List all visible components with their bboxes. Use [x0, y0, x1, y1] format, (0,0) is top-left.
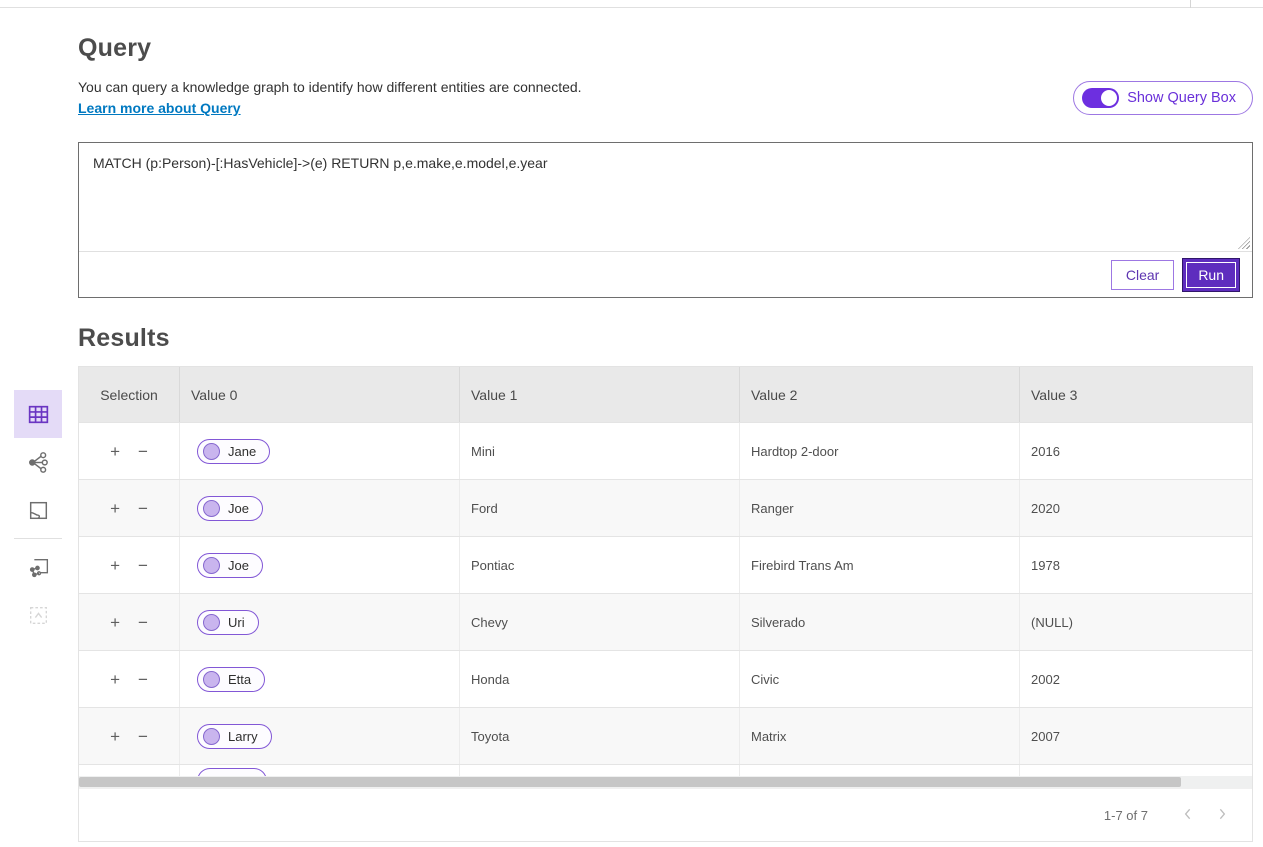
table-body: + − Jane Mini Hardtop 2-door 2016 + − Jo… [79, 422, 1252, 764]
toggle-label: Show Query Box [1127, 90, 1236, 106]
remove-from-selection-button[interactable]: − [134, 498, 152, 519]
table-row: + − Jane Mini Hardtop 2-door 2016 [79, 422, 1252, 479]
add-to-selection-button[interactable]: + [106, 612, 124, 633]
remove-from-selection-button[interactable]: − [134, 612, 152, 633]
learn-more-link[interactable]: Learn more about Query [78, 100, 241, 116]
link-chart-icon [26, 450, 51, 475]
table-header-row: Selection Value 0 Value 1 Value 2 Value … [79, 367, 1252, 422]
entity-pill-label: Joe [228, 558, 249, 573]
remove-from-selection-button[interactable]: − [134, 669, 152, 690]
chevron-right-icon [1214, 806, 1230, 822]
table-row: + − Joe Ford Ranger 2020 [79, 479, 1252, 536]
cell-value1: Chevy [459, 594, 739, 650]
table-row: + − Larry Toyota Matrix 2007 [79, 707, 1252, 764]
sidebar-divider [14, 538, 62, 539]
table-footer: 1-7 of 7 [79, 788, 1252, 841]
entity-pill[interactable]: Jane [197, 439, 270, 464]
entity-node-icon [203, 443, 220, 460]
selection-icon [26, 603, 51, 628]
cell-value1: Honda [459, 651, 739, 707]
cell-value1: Ford [459, 480, 739, 536]
cell-value2: Silverado [739, 594, 1019, 650]
sidebar-item-link-chart-view[interactable] [14, 438, 62, 486]
chevron-left-icon [1180, 806, 1196, 822]
remove-from-selection-button[interactable]: − [134, 441, 152, 462]
query-description: You can query a knowledge graph to ident… [78, 79, 582, 95]
remove-from-selection-button[interactable]: − [134, 726, 152, 747]
query-section-title: Query [78, 34, 151, 63]
sidebar-item-map-view[interactable] [14, 486, 62, 534]
entity-pill[interactable]: Larry [197, 724, 272, 749]
add-to-selection-button[interactable]: + [106, 441, 124, 462]
sidebar-item-table-view[interactable] [14, 390, 62, 438]
map-icon [26, 498, 51, 523]
cell-value3: 2016 [1019, 423, 1252, 479]
entity-pill-label: Larry [228, 729, 258, 744]
entity-pill-label: Joe [228, 501, 249, 516]
cell-value1: Toyota [459, 708, 739, 764]
show-query-box-toggle[interactable]: Show Query Box [1073, 81, 1253, 115]
horizontal-scrollbar-thumb[interactable] [79, 777, 1181, 787]
results-view-sidebar [14, 390, 62, 639]
entity-node-icon [203, 614, 220, 631]
previous-page-button[interactable] [1178, 804, 1198, 827]
clear-button[interactable]: Clear [1111, 260, 1174, 290]
entity-pill[interactable]: Joe [197, 496, 263, 521]
toggle-switch-icon[interactable] [1082, 88, 1119, 108]
cell-value2: Civic [739, 651, 1019, 707]
add-to-selection-button[interactable]: + [106, 498, 124, 519]
next-page-button[interactable] [1212, 804, 1232, 827]
cell-value2: Firebird Trans Am [739, 537, 1019, 593]
pagination-range: 1-7 of 7 [1104, 808, 1148, 823]
column-header-value2: Value 2 [739, 367, 1019, 422]
entity-pill[interactable]: Etta [197, 667, 265, 692]
cell-value2: Hardtop 2-door [739, 423, 1019, 479]
cell-value2: Matrix [739, 708, 1019, 764]
entity-pill[interactable]: Joe [197, 553, 263, 578]
entity-node-icon [203, 671, 220, 688]
table-row-partial [79, 764, 1252, 776]
column-header-selection: Selection [79, 367, 179, 422]
run-button[interactable]: Run [1182, 258, 1240, 292]
map-add-icon [26, 555, 51, 580]
remove-from-selection-button[interactable]: − [134, 555, 152, 576]
cell-value3: (NULL) [1019, 594, 1252, 650]
table-row: + − Joe Pontiac Firebird Trans Am 1978 [79, 536, 1252, 593]
cell-value1: Pontiac [459, 537, 739, 593]
entity-pill-label: Etta [228, 672, 251, 687]
cell-value3: 2020 [1019, 480, 1252, 536]
header-divider-tick [1190, 0, 1191, 8]
add-to-selection-button[interactable]: + [106, 555, 124, 576]
add-to-selection-button[interactable]: + [106, 669, 124, 690]
entity-node-icon [203, 500, 220, 517]
entity-pill[interactable]: Uri [197, 610, 259, 635]
cell-value2: Ranger [739, 480, 1019, 536]
horizontal-scrollbar [79, 776, 1252, 788]
results-section-title: Results [78, 324, 170, 353]
table-icon [26, 402, 51, 427]
entity-node-icon [203, 728, 220, 745]
cell-value3: 2007 [1019, 708, 1252, 764]
column-header-value3: Value 3 [1019, 367, 1252, 422]
sidebar-item-selection-tool [14, 591, 62, 639]
top-divider [0, 0, 1263, 8]
entity-pill-label: Jane [228, 444, 256, 459]
results-table: Selection Value 0 Value 1 Value 2 Value … [78, 366, 1253, 842]
cell-value3: 2002 [1019, 651, 1252, 707]
query-input[interactable]: MATCH (p:Person)-[:HasVehicle]->(e) RETU… [79, 143, 1252, 251]
cell-value1: Mini [459, 423, 739, 479]
column-header-value0: Value 0 [179, 367, 459, 422]
table-row: + − Etta Honda Civic 2002 [79, 650, 1252, 707]
cell-value3: 1978 [1019, 537, 1252, 593]
entity-node-icon [203, 557, 220, 574]
sidebar-item-add-to-map[interactable] [14, 543, 62, 591]
column-header-value1: Value 1 [459, 367, 739, 422]
query-box: MATCH (p:Person)-[:HasVehicle]->(e) RETU… [78, 142, 1253, 298]
entity-pill-label: Uri [228, 615, 245, 630]
add-to-selection-button[interactable]: + [106, 726, 124, 747]
entity-pill[interactable] [197, 768, 267, 776]
toggle-knob [1101, 90, 1117, 106]
table-row: + − Uri Chevy Silverado (NULL) [79, 593, 1252, 650]
